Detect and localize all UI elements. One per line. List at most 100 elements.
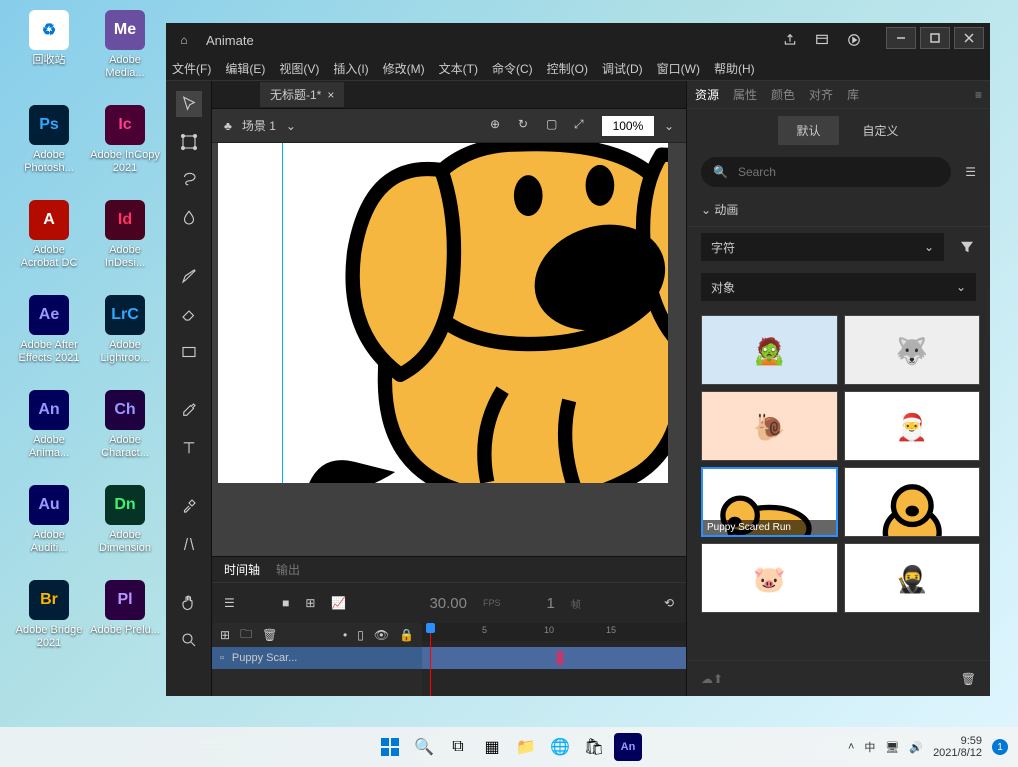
asset-thumbnail[interactable]: 🐷 (701, 543, 838, 613)
document-tab[interactable]: 无标题-1*× (260, 82, 344, 107)
zoom-tool[interactable] (176, 627, 202, 653)
asset-thumbnail[interactable]: 🧟 (701, 315, 838, 385)
text-tool[interactable] (176, 435, 202, 461)
filter-icon[interactable] (958, 238, 976, 256)
brush-tool[interactable] (176, 263, 202, 289)
free-transform-tool[interactable] (176, 129, 202, 155)
canvas[interactable] (218, 143, 668, 483)
menu-item[interactable]: 编辑(E) (225, 60, 265, 77)
selection-tool[interactable] (176, 91, 202, 117)
panel-tab[interactable]: 颜色 (771, 86, 795, 103)
eyedropper-tool[interactable] (176, 397, 202, 423)
search-input[interactable] (738, 165, 939, 179)
stage[interactable] (212, 143, 686, 556)
clock[interactable]: 9:59 2021/8/12 (933, 735, 982, 759)
clip-center-icon[interactable]: ⊕ (490, 117, 508, 135)
menu-item[interactable]: 插入(I) (333, 60, 368, 77)
tray-chevron-icon[interactable]: ˄ (848, 741, 854, 753)
menu-item[interactable]: 修改(M) (383, 60, 425, 77)
frames-area[interactable]: 5 10 15 (422, 623, 686, 696)
frame-value[interactable]: 1 (547, 595, 555, 612)
asset-thumbnail[interactable]: 🥷 (844, 543, 981, 613)
notification-icon[interactable]: 1 (992, 739, 1008, 755)
lock-icon[interactable]: 🔒 (399, 628, 414, 642)
hand-tool[interactable] (176, 589, 202, 615)
close-button[interactable] (954, 27, 984, 49)
desktop-icon[interactable]: IdAdobe InDesi... (90, 200, 160, 270)
fps-value[interactable]: 30.00 (429, 595, 467, 612)
menu-item[interactable]: 文件(F) (172, 60, 211, 77)
frame-ruler[interactable]: 5 10 15 (422, 623, 686, 641)
desktop-icon[interactable]: IcAdobe InCopy 2021 (90, 105, 160, 175)
clip-icon[interactable]: ▢ (546, 117, 564, 135)
store-button[interactable]: 🛍 (580, 733, 608, 761)
folder-icon[interactable]: 🗀 (240, 625, 252, 646)
share-icon[interactable] (774, 27, 806, 53)
asset-thumbnail[interactable] (844, 467, 981, 537)
menu-item[interactable]: 命令(C) (492, 60, 533, 77)
desktop-icon[interactable]: PlAdobe Prelu... (90, 580, 160, 637)
desktop-icon[interactable]: AuAdobe Auditi... (14, 485, 84, 555)
dot-icon[interactable]: • (343, 628, 347, 642)
layer-frames[interactable] (422, 647, 686, 669)
maximize-button[interactable] (920, 27, 950, 49)
panel-tab[interactable]: 库 (847, 86, 859, 103)
desktop-icon[interactable]: AeAdobe After Effects 2021 (14, 295, 84, 365)
desktop-icon[interactable]: PsAdobe Photosh... (14, 105, 84, 175)
desktop-icon[interactable]: AnAdobe Anima... (14, 390, 84, 460)
menu-item[interactable]: 窗口(W) (657, 60, 700, 77)
minimize-button[interactable] (886, 27, 916, 49)
start-button[interactable] (376, 733, 404, 761)
graph-icon[interactable]: 📈 (331, 596, 346, 610)
play-icon[interactable] (838, 27, 870, 53)
desktop-icon[interactable]: AAdobe Acrobat DC (14, 200, 84, 270)
scene-label[interactable]: 场景 1 (242, 117, 276, 134)
layer-row[interactable]: ▫ Puppy Scar... (212, 647, 422, 669)
rotate-icon[interactable]: ↻ (518, 117, 536, 135)
workspace-icon[interactable] (806, 27, 838, 53)
rectangle-tool[interactable] (176, 339, 202, 365)
fit-icon[interactable]: ⤢ (574, 117, 592, 135)
lasso-tool[interactable] (176, 167, 202, 193)
home-icon[interactable]: ⌂ (172, 33, 196, 47)
zoom-dropdown-icon[interactable]: ⌄ (664, 119, 674, 133)
panel-menu-icon[interactable]: ≡ (975, 88, 982, 102)
outline-icon[interactable]: ▯ (357, 628, 364, 642)
list-view-icon[interactable]: ☰ (965, 165, 976, 179)
asset-thumbnail[interactable]: 🐌 (701, 391, 838, 461)
upload-icon[interactable]: ☁⬆ (701, 672, 723, 686)
scene-dropdown-icon[interactable]: ⌄ (286, 119, 296, 133)
desktop-icon[interactable]: LrCAdobe Lightroo... (90, 295, 160, 365)
timeline-tab[interactable]: 时间轴 (224, 561, 260, 578)
custom-toggle[interactable]: 自定义 (863, 122, 899, 139)
network-icon[interactable]: 🖥 (885, 741, 899, 754)
asset-thumbnail[interactable]: 🐺 (844, 315, 981, 385)
animation-section-header[interactable]: ⌄ 动画 (687, 193, 990, 227)
default-toggle[interactable]: 默认 (778, 116, 838, 145)
ink-tool[interactable] (176, 493, 202, 519)
panel-tab[interactable]: 资源 (695, 86, 719, 103)
asset-thumbnail[interactable]: Puppy Scared Run (701, 467, 838, 537)
widgets-button[interactable]: ▦ (478, 733, 506, 761)
menu-item[interactable]: 视图(V) (279, 60, 319, 77)
search-button[interactable]: 🔍 (410, 733, 438, 761)
asset-thumbnail[interactable]: 🎅 (844, 391, 981, 461)
explorer-button[interactable]: 📁 (512, 733, 540, 761)
objects-select[interactable]: 对象⌄ (701, 273, 976, 301)
visibility-icon[interactable]: 👁 (374, 628, 389, 642)
desktop-icon[interactable]: ChAdobe Charact... (90, 390, 160, 460)
desktop-icon[interactable]: DnAdobe Dimension (90, 485, 160, 555)
trash-icon[interactable]: 🗑 (961, 672, 976, 686)
edge-button[interactable]: 🌐 (546, 733, 574, 761)
output-tab[interactable]: 输出 (276, 561, 300, 578)
menu-item[interactable]: 文本(T) (439, 60, 478, 77)
panel-tab[interactable]: 对齐 (809, 86, 833, 103)
eraser-tool[interactable] (176, 301, 202, 327)
keyframe-icon[interactable] (557, 651, 563, 665)
hierarchy-icon[interactable]: ⊞ (305, 596, 315, 610)
zoom-input[interactable]: 100% (602, 116, 654, 136)
ime-indicator[interactable]: 中 (864, 739, 875, 755)
layers-icon[interactable]: ☰ (224, 596, 235, 610)
camera-icon[interactable]: ■ (282, 596, 289, 610)
characters-select[interactable]: 字符⌄ (701, 233, 944, 261)
